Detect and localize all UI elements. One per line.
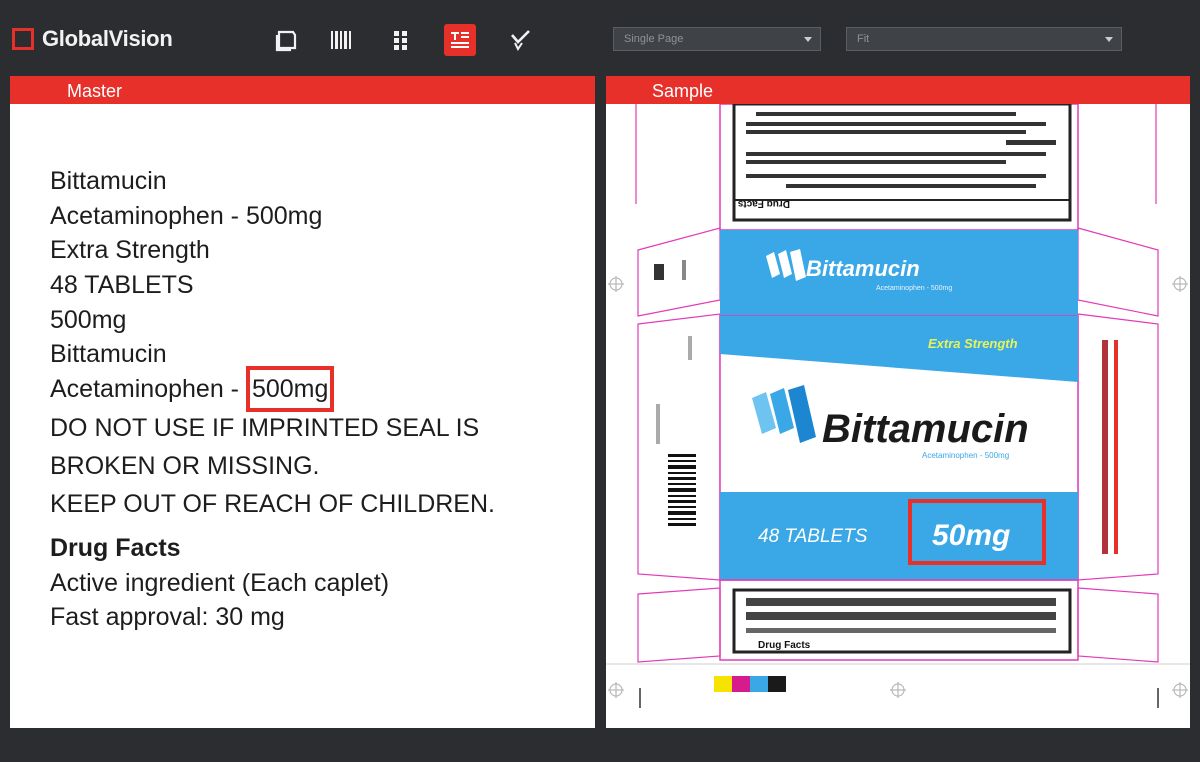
color-swatches <box>714 676 786 692</box>
sample-title: Sample <box>652 81 714 101</box>
barcode-icon[interactable] <box>325 24 357 56</box>
sample-panel: Sample Drug Facts Bittamucin Acetaminoph… <box>606 76 1190 728</box>
difference-highlight[interactable]: 500mg <box>245 366 335 413</box>
logo: GlobalVision <box>12 24 173 54</box>
brand-subtitle-main: Acetaminophen - 500mg <box>922 451 1009 460</box>
right-side-warning-text <box>1102 340 1108 554</box>
master-title: Master <box>67 81 123 101</box>
master-line-highlighted: Acetaminophen - 500mg <box>50 366 495 413</box>
master-line: 48 TABLETS <box>50 271 194 300</box>
status-bar <box>0 728 1200 762</box>
side-tab-mark <box>682 260 686 280</box>
dose-label: 50mg <box>932 519 1010 552</box>
brand-name-top: Bittamucin <box>806 256 920 281</box>
tablets-label: 48 TABLETS <box>758 526 868 547</box>
master-text: Bittamucin Acetaminophen - 500mg Extra S… <box>50 164 495 635</box>
warning-line: KEEP OUT OF REACH OF CHILDREN. <box>50 489 495 518</box>
master-line: Active ingredient (Each caplet) <box>50 568 390 597</box>
logo-mark-icon <box>12 28 34 50</box>
warning-line: BROKEN OR MISSING. <box>50 451 320 480</box>
spellcheck-icon[interactable] <box>504 24 536 56</box>
sample-artwork: Drug Facts Bittamucin Acetaminophen - 50… <box>606 104 1190 708</box>
master-line-prefix: Acetaminophen - <box>50 375 246 404</box>
view-mode-value: Single Page <box>624 33 684 45</box>
master-line: Acetaminophen - 500mg <box>50 201 323 230</box>
master-line: Fast approval: 30 mg <box>50 603 285 632</box>
zoom-dropdown[interactable]: Fit <box>846 27 1122 51</box>
brand-subtitle-top: Acetaminophen - 500mg <box>876 285 952 292</box>
grid-icon[interactable] <box>385 24 417 56</box>
chevron-down-icon <box>1105 37 1113 42</box>
toolbar: GlobalVision Single Page Fit <box>0 0 1200 78</box>
master-line: Bittamucin <box>50 167 167 195</box>
drug-facts-label-bottom: Drug Facts <box>758 640 811 651</box>
sample-header: Sample <box>606 76 1190 104</box>
brand-name-main: Bittamucin <box>822 407 1029 451</box>
brand-logo-top-icon <box>766 249 806 281</box>
right-side-warning-text <box>1114 340 1118 554</box>
pages-icon[interactable] <box>270 24 302 56</box>
warning-line: DO NOT USE IF IMPRINTED SEAL IS <box>50 413 480 442</box>
master-line: 500mg <box>50 305 127 334</box>
text-compare-icon[interactable] <box>444 24 476 56</box>
master-line: Extra Strength <box>50 236 210 265</box>
logo-text: GlobalVision <box>42 26 173 51</box>
side-tab-mark <box>654 264 664 280</box>
drug-facts-title: Drug Facts <box>50 533 181 562</box>
master-header: Master <box>10 76 595 104</box>
view-mode-dropdown[interactable]: Single Page <box>613 27 821 51</box>
side-text-mark <box>688 336 692 360</box>
chevron-down-icon <box>804 37 812 42</box>
master-panel: Master Bittamucin Acetaminophen - 500mg … <box>10 76 595 728</box>
zoom-value: Fit <box>857 33 870 45</box>
side-text-mark <box>656 404 660 444</box>
extra-strength-label: Extra Strength <box>928 336 1018 351</box>
barcode-graphic <box>668 454 696 526</box>
